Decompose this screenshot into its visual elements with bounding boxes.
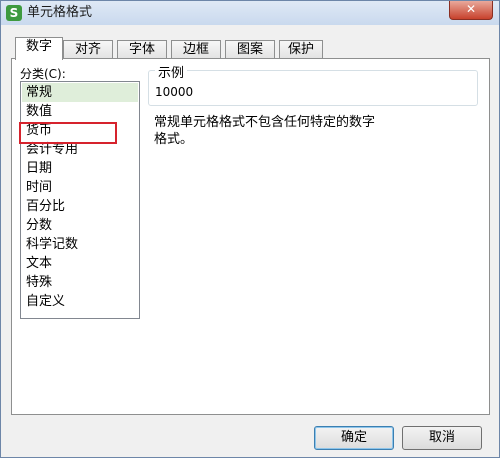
tab-border[interactable]: 边框 [171,40,221,58]
category-item-fraction[interactable]: 分数 [22,216,138,235]
sample-legend: 示例 [155,62,188,81]
category-label: 分类(C): [20,67,66,81]
window-title: 单元格格式 [27,5,93,20]
tab-protection[interactable]: 保护 [279,40,323,58]
category-item-general[interactable]: 常规 [22,83,138,102]
sample-value: 10000 [155,85,194,99]
category-item-percentage[interactable]: 百分比 [22,197,138,216]
cancel-button[interactable]: 取消 [402,426,482,450]
currency-highlight-box [19,122,117,144]
tab-font[interactable]: 字体 [117,40,167,58]
wps-app-icon: S [6,5,22,21]
format-description: 常规单元格格式不包含任何特定的数字格式。 [154,115,376,147]
title-bar[interactable]: S 单元格格式 ✕ [1,1,499,25]
category-item-date[interactable]: 日期 [22,159,138,178]
category-item-number[interactable]: 数值 [22,102,138,121]
ok-button[interactable]: 确定 [314,426,394,450]
category-item-custom[interactable]: 自定义 [22,292,138,311]
category-item-special[interactable]: 特殊 [22,273,138,292]
tab-number[interactable]: 数字 [15,37,63,60]
tab-alignment[interactable]: 对齐 [63,40,113,58]
format-cells-dialog: S 单元格格式 ✕ 数字 对齐 字体 边框 图案 保护 分类(C): 常规 数值… [0,0,500,458]
category-list[interactable]: 常规 数值 货币 会计专用 日期 时间 百分比 分数 科学记数 文本 特殊 自定… [20,81,140,319]
category-item-time[interactable]: 时间 [22,178,138,197]
close-button[interactable]: ✕ [449,1,493,20]
category-item-scientific[interactable]: 科学记数 [22,235,138,254]
number-tab-panel: 分类(C): 常规 数值 货币 会计专用 日期 时间 百分比 分数 科学记数 文… [11,58,490,415]
sample-group: 示例 10000 [148,62,478,106]
tab-pattern[interactable]: 图案 [225,40,275,58]
category-item-text[interactable]: 文本 [22,254,138,273]
